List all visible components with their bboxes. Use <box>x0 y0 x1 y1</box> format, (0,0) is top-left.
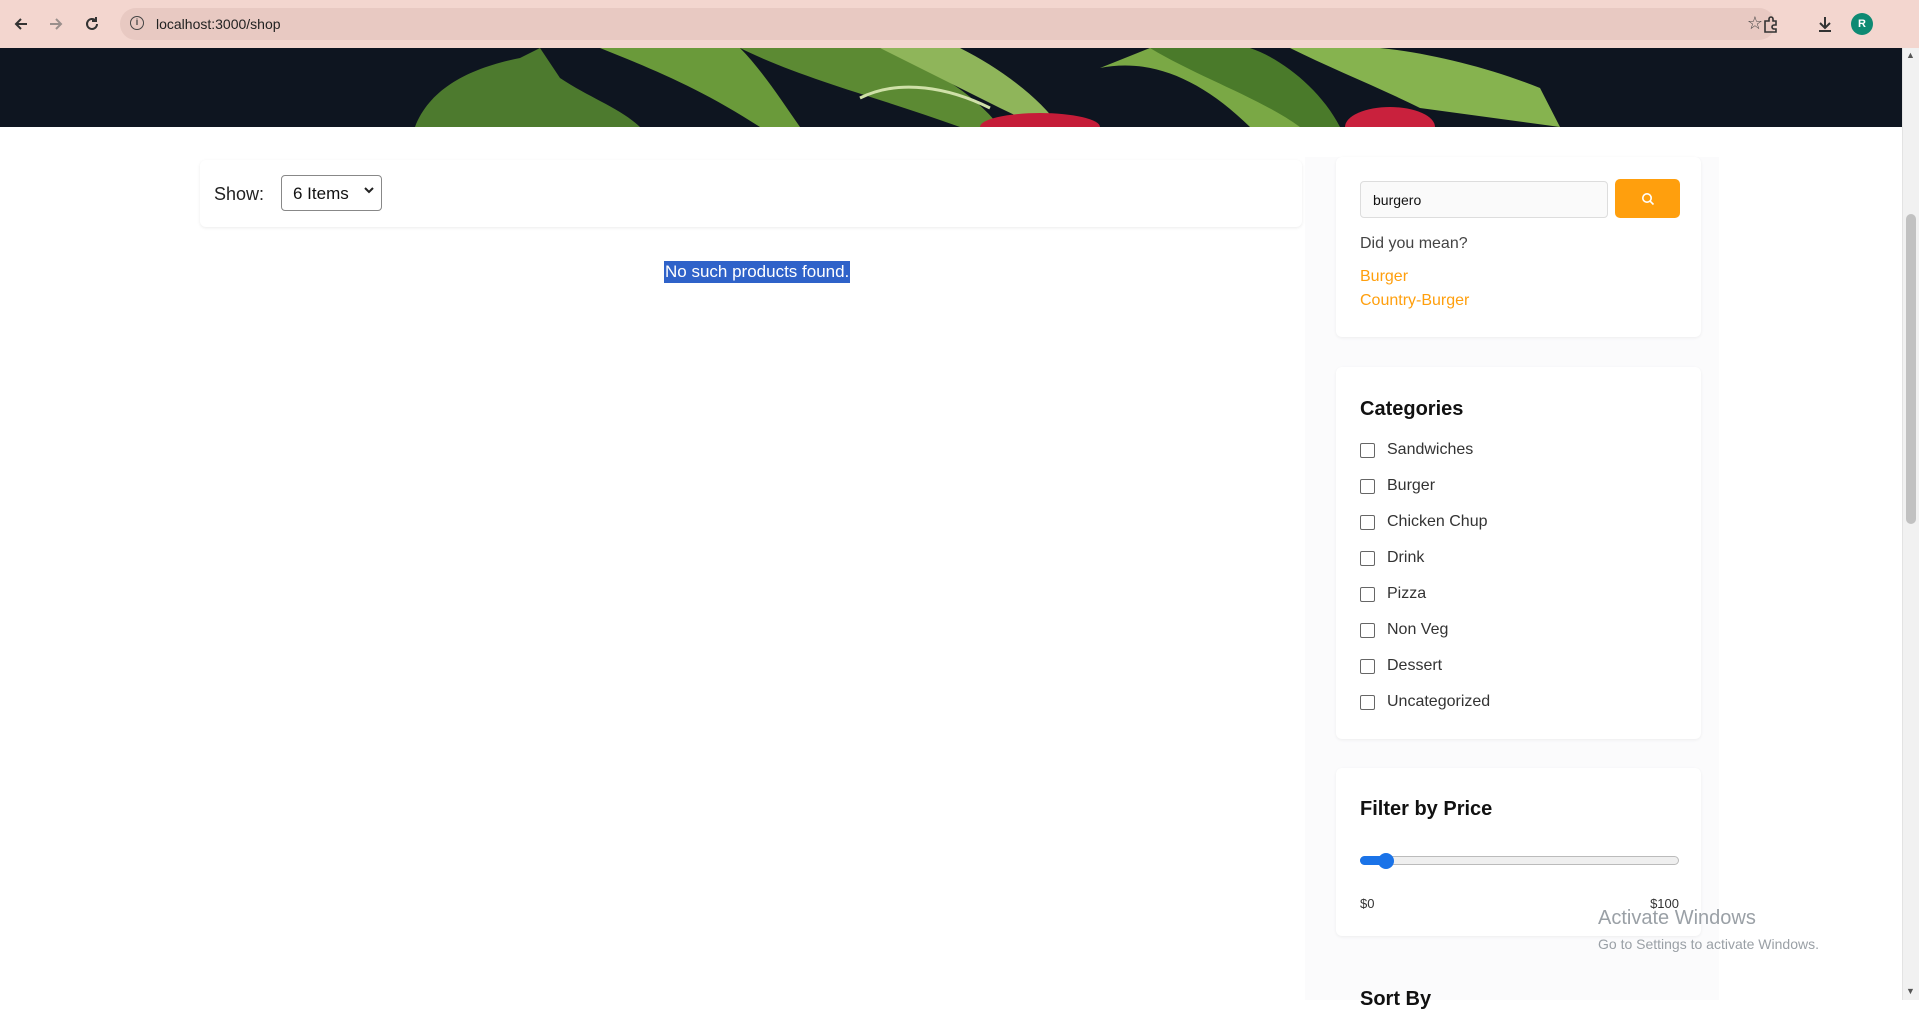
did-you-mean-label: Did you mean? <box>1360 235 1468 252</box>
category-item[interactable]: Pizza <box>1360 584 1426 604</box>
category-item[interactable]: Drink <box>1360 548 1424 568</box>
back-button[interactable] <box>9 12 33 36</box>
activate-windows-watermark: Activate Windows Go to Settings to activ… <box>1598 907 1819 952</box>
category-label: Drink <box>1387 549 1425 566</box>
search-widget: burgero Did you mean? Burger Country-Bur… <box>1336 157 1701 337</box>
product-toolbar: Show: 6 Items <box>200 160 1302 227</box>
arrow-left-icon <box>14 18 27 30</box>
address-bar[interactable]: i localhost:3000/shop ☆ <box>120 8 1775 40</box>
search-input[interactable]: burgero <box>1360 181 1608 218</box>
activate-windows-subtitle: Go to Settings to activate Windows. <box>1598 936 1819 952</box>
reload-button[interactable] <box>80 12 104 36</box>
browser-toolbar: i localhost:3000/shop ☆ R <box>0 0 1919 49</box>
forward-button[interactable] <box>44 12 68 36</box>
price-min-label: $0 <box>1360 896 1375 911</box>
category-label: Uncategorized <box>1387 693 1491 710</box>
category-item[interactable]: Non Veg <box>1360 620 1448 640</box>
reload-icon <box>86 17 98 30</box>
url-text[interactable]: localhost:3000/shop <box>156 16 281 32</box>
category-label: Sandwiches <box>1387 441 1474 458</box>
suggestion-link[interactable]: Burger <box>1360 268 1408 286</box>
category-label: Non Veg <box>1387 621 1449 638</box>
scrollbar-thumb[interactable] <box>1906 214 1916 524</box>
download-icon[interactable] <box>1813 12 1837 36</box>
chevron-down-icon <box>363 183 375 199</box>
category-label: Burger <box>1387 477 1436 494</box>
hero-banner-image <box>0 48 1902 127</box>
profile-avatar[interactable]: R <box>1851 13 1873 35</box>
category-checkbox[interactable] <box>1360 514 1375 530</box>
price-slider-thumb[interactable] <box>1378 853 1395 869</box>
category-checkbox[interactable] <box>1360 550 1375 566</box>
site-info-icon[interactable]: i <box>130 16 144 30</box>
suggestion-link[interactable]: Country-Burger <box>1360 292 1469 310</box>
products-column <box>182 157 1305 1000</box>
page-scrollbar[interactable]: ▲ ▼ <box>1902 48 1919 1000</box>
search-button[interactable] <box>1615 179 1680 218</box>
category-checkbox[interactable] <box>1360 442 1375 458</box>
extensions-icon[interactable] <box>1759 12 1783 36</box>
search-icon <box>1641 192 1654 205</box>
category-label: Dessert <box>1387 657 1443 674</box>
category-label: Pizza <box>1387 585 1427 602</box>
category-label: Chicken Chup <box>1387 513 1488 530</box>
category-checkbox[interactable] <box>1360 586 1375 602</box>
no-products-message: No such products found. <box>664 261 851 283</box>
price-filter-title: Filter by Price <box>1360 798 1493 820</box>
category-checkbox[interactable] <box>1360 622 1375 638</box>
arrow-right-icon <box>50 18 63 30</box>
price-slider-track[interactable] <box>1360 856 1679 865</box>
category-item[interactable]: Burger <box>1360 476 1435 496</box>
scroll-up-icon[interactable]: ▲ <box>1906 50 1915 60</box>
category-item[interactable]: Uncategorized <box>1360 692 1490 712</box>
category-item[interactable]: Sandwiches <box>1360 440 1473 460</box>
category-item[interactable]: Dessert <box>1360 656 1442 676</box>
items-per-page-select[interactable]: 6 Items <box>281 175 382 211</box>
category-item[interactable]: Chicken Chup <box>1360 512 1488 532</box>
category-checkbox[interactable] <box>1360 478 1375 494</box>
category-checkbox[interactable] <box>1360 658 1375 674</box>
items-per-page-value: 6 Items <box>293 184 349 203</box>
show-label: Show: <box>214 184 265 204</box>
category-checkbox[interactable] <box>1360 694 1375 710</box>
scroll-down-icon[interactable]: ▼ <box>1906 986 1915 996</box>
categories-widget: Categories Sandwiches Burger Chicken Chu… <box>1336 367 1701 739</box>
categories-title: Categories <box>1360 398 1464 420</box>
activate-windows-title: Activate Windows <box>1598 907 1756 929</box>
